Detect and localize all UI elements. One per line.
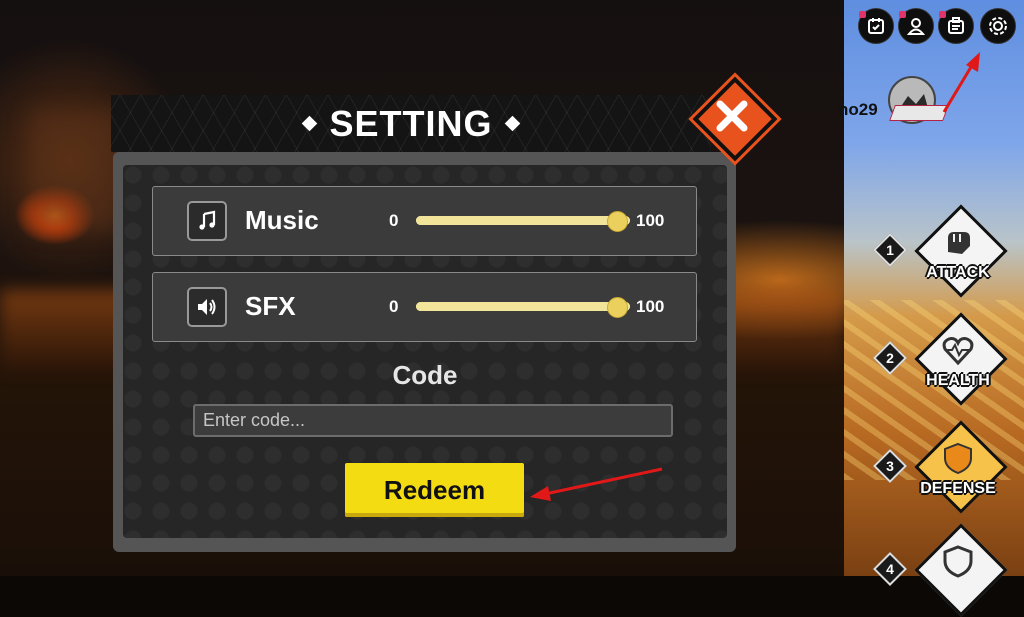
- clipboard-icon[interactable]: [938, 8, 974, 44]
- notification-dot: [899, 11, 906, 18]
- sfx-min-value: 0: [389, 297, 399, 316]
- speaker-icon: [187, 287, 227, 327]
- music-slider-fill: [416, 216, 630, 225]
- shield-icon: [944, 442, 972, 475]
- music-label: Music: [245, 205, 319, 235]
- skill-attack[interactable]: ATTACK: [914, 204, 1008, 298]
- sfx-slider-fill: [416, 302, 630, 311]
- skill-health[interactable]: HEALTH: [914, 312, 1008, 406]
- title-diamond-right: [504, 115, 520, 132]
- title-diamond-left: [302, 115, 318, 132]
- skill-label: DEFENSE: [920, 480, 996, 497]
- sfx-volume-slider[interactable]: [416, 297, 630, 318]
- modal-title-text: SETTING: [329, 102, 493, 144]
- sfx-label: SFX: [245, 291, 296, 321]
- notification-dot: [939, 11, 946, 18]
- skill-4[interactable]: [914, 523, 1008, 617]
- shield-up-icon: [943, 545, 973, 578]
- music-setting-row: Music 0 100: [152, 186, 697, 256]
- skill-number-3: 3: [873, 449, 907, 483]
- sfx-slider-knob[interactable]: [607, 297, 629, 318]
- code-label: Code: [392, 360, 458, 390]
- skill-defense[interactable]: DEFENSE: [914, 420, 1008, 514]
- skill-label: ATTACK: [926, 264, 990, 281]
- close-button[interactable]: [692, 76, 778, 162]
- skill-number-1: 1: [873, 233, 907, 267]
- fist-icon: [948, 232, 970, 254]
- skill-number-4: 4: [873, 552, 907, 586]
- player-health-bar: [889, 105, 949, 121]
- music-min-value: 0: [389, 211, 399, 230]
- player-name: no29: [838, 100, 878, 119]
- music-note-icon: [187, 201, 227, 241]
- skill-label: HEALTH: [926, 372, 990, 389]
- calendar-check-icon[interactable]: [858, 8, 894, 44]
- heart-icon: [942, 337, 974, 366]
- sfx-setting-row: SFX 0 100: [152, 272, 697, 342]
- redeem-button[interactable]: Redeem: [345, 463, 524, 517]
- skill-number-2: 2: [873, 341, 907, 375]
- music-volume-slider[interactable]: [416, 211, 630, 232]
- background-pillar: [30, 110, 120, 230]
- notification-dot: [859, 11, 866, 18]
- modal-title: SETTING: [111, 95, 711, 152]
- music-max-value: 100: [636, 211, 665, 230]
- code-input[interactable]: [193, 404, 673, 437]
- music-slider-knob[interactable]: [607, 211, 629, 232]
- sfx-max-value: 100: [636, 297, 665, 316]
- gear-icon[interactable]: [980, 8, 1016, 44]
- profile-icon[interactable]: [898, 8, 934, 44]
- close-x-icon: [716, 100, 748, 132]
